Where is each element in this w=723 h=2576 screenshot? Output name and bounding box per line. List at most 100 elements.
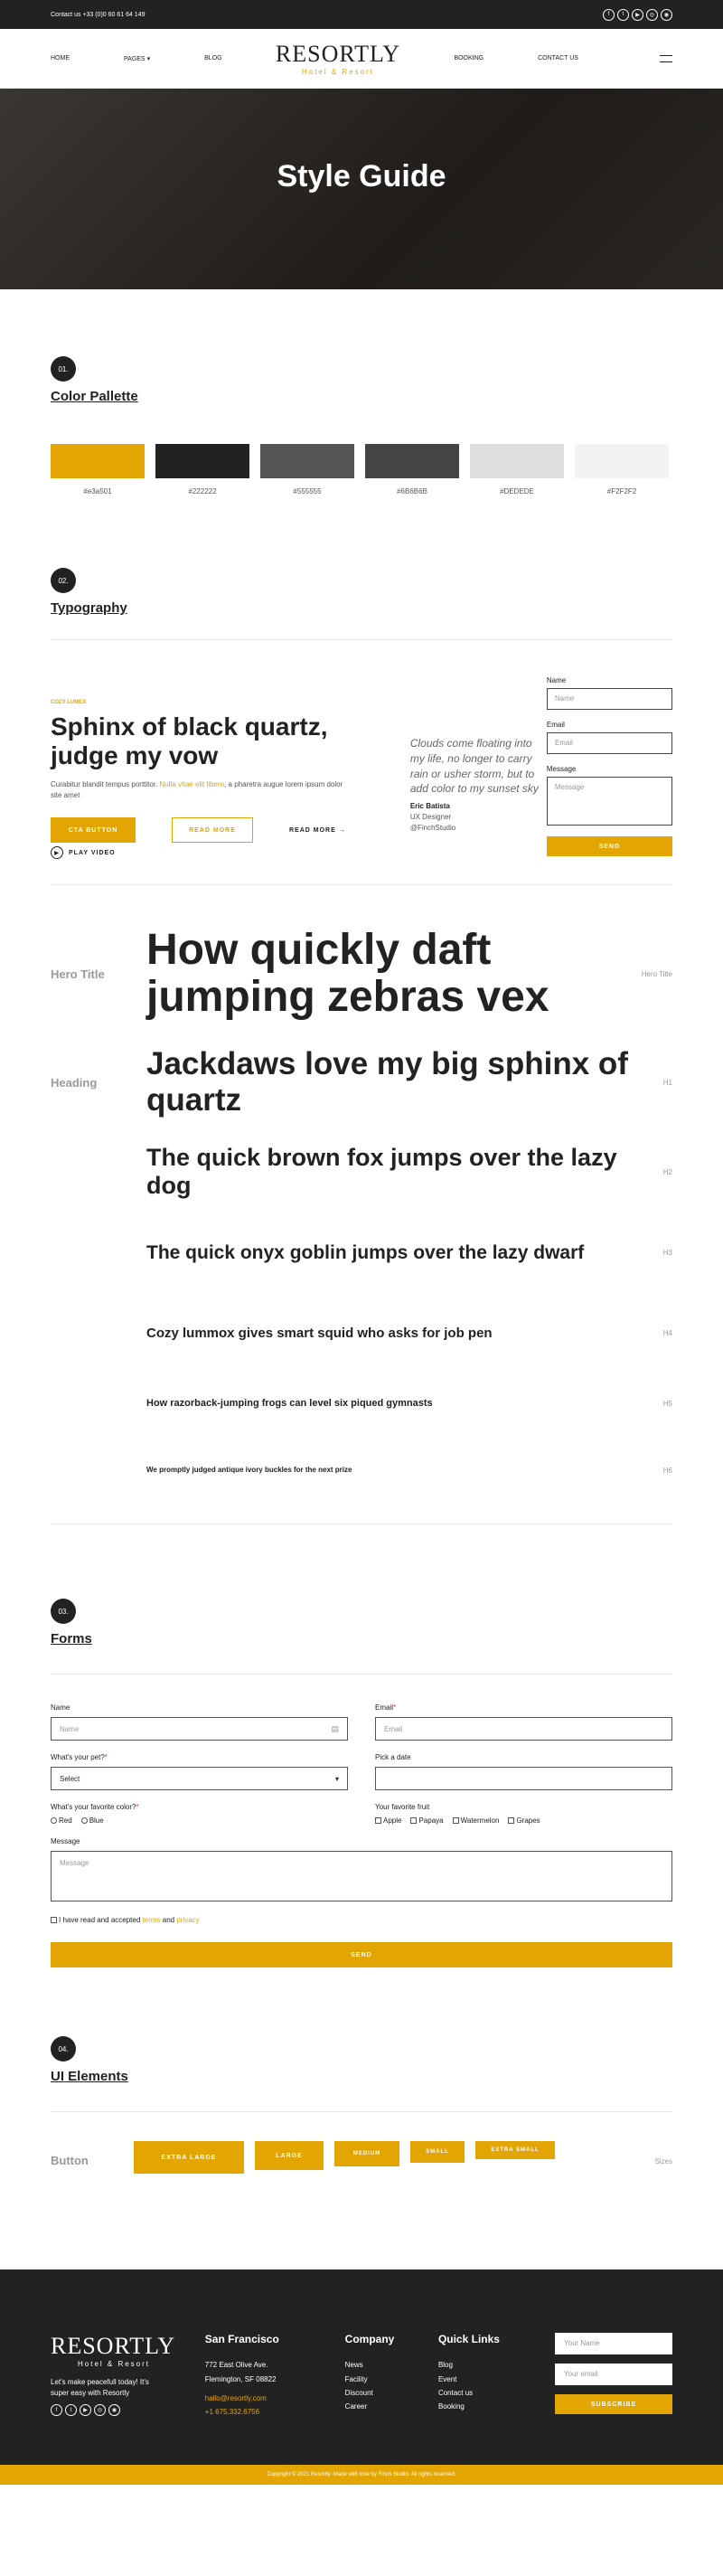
name-field[interactable]: Name xyxy=(546,688,672,710)
footer-link[interactable]: Facility xyxy=(345,2373,438,2386)
section-title: Forms xyxy=(51,1631,92,1647)
button-small[interactable]: SMALL xyxy=(410,2141,465,2164)
demo-paragraph: Curabitur blandit tempus porttitor. Null… xyxy=(51,780,343,800)
message-textarea[interactable]: Message xyxy=(51,1851,672,1902)
privacy-link[interactable]: privacy xyxy=(176,1916,199,1924)
type-row-h5: How razorback-jumping frogs can level si… xyxy=(146,1398,672,1410)
type-row-h3: The quick onyx goblin jumps over the laz… xyxy=(146,1241,672,1263)
footer-link[interactable]: News xyxy=(345,2358,438,2372)
newsletter-name-input[interactable]: Your Name xyxy=(555,2333,673,2355)
footer-link[interactable]: Event xyxy=(438,2373,555,2386)
name-input[interactable]: Name ▤ xyxy=(51,1717,348,1741)
arrow-right-icon: → xyxy=(338,826,346,834)
newsletter-email-input[interactable]: Your email xyxy=(555,2364,673,2386)
nav-pages[interactable]: PAGES ▾ xyxy=(124,55,150,62)
youtube-icon[interactable]: ▶ xyxy=(632,8,643,21)
contact-form: Name Name Email Email Message Message SE… xyxy=(546,676,672,859)
color-swatches: #e3a501 #222222 #555555 #6B6B6B #DEDEDE … xyxy=(51,444,672,495)
quote-text: Clouds come floating into my life, no lo… xyxy=(409,737,539,796)
message-field[interactable]: Message xyxy=(546,777,672,826)
chevron-down-icon: ▾ xyxy=(146,55,151,62)
email-field[interactable]: Email xyxy=(546,732,672,754)
accept-terms[interactable]: I have read and accepted terms and priva… xyxy=(51,1916,672,1924)
subscribe-button[interactable]: SUBSCRIBE xyxy=(555,2394,673,2415)
footer-link[interactable]: Discount xyxy=(345,2386,438,2400)
instagram-icon[interactable]: ◎ xyxy=(646,8,658,21)
dribbble-icon[interactable]: ◉ xyxy=(108,2404,120,2417)
youtube-icon[interactable]: ▶ xyxy=(80,2404,91,2417)
type-row-h1: Heading Jackdaws love my big sphinx of q… xyxy=(51,1046,672,1118)
footer-phone[interactable]: +1 675.332.6756 xyxy=(205,2405,345,2419)
section-number: 04. xyxy=(51,2036,76,2062)
contact-info: Contact us +33 (0)0 60 61 64 149 xyxy=(51,11,146,18)
read-more-outline-button[interactable]: READ MORE xyxy=(172,817,253,844)
form-send-button[interactable]: SEND xyxy=(51,1942,672,1968)
button-sizes-row: Button EXTRA LARGE LARGE MEDIUM SMALL EX… xyxy=(51,2141,672,2232)
button-extra-large[interactable]: EXTRA LARGE xyxy=(134,2141,244,2175)
swatch: #555555 xyxy=(260,444,354,495)
play-video-button[interactable]: ▶ PLAY VIDEO xyxy=(51,846,356,860)
quote-author: Eric Batista xyxy=(409,802,450,811)
checkbox-apple[interactable]: Apple xyxy=(375,1816,401,1825)
facebook-icon[interactable]: f xyxy=(51,2404,62,2417)
checkbox-watermelon[interactable]: Watermelon xyxy=(452,1816,499,1825)
read-more-link[interactable]: READ MORE → xyxy=(289,827,346,834)
typography-section: 02. Typography COZY LUMEX Sphinx of blac… xyxy=(0,495,723,1525)
nav-contact[interactable]: CONTACT US xyxy=(538,55,578,61)
swatch: #e3a501 xyxy=(51,444,145,495)
section-title: Typography xyxy=(51,600,127,616)
terms-link[interactable]: terms xyxy=(143,1916,161,1924)
type-row-hero: Hero Title How quickly daft jumping zebr… xyxy=(51,925,672,1022)
footer-email[interactable]: hallo@resortly.com xyxy=(205,2392,345,2405)
footer-link[interactable]: Blog xyxy=(438,2358,555,2372)
footer-link[interactable]: Contact us xyxy=(438,2386,555,2400)
section-number: 02. xyxy=(51,568,76,593)
forms-section: 03. Forms Name Name ▤ Email* Email What's… xyxy=(0,1524,723,1968)
swatch: #222222 xyxy=(155,444,249,495)
dribbble-icon[interactable]: ◉ xyxy=(661,8,672,21)
top-bar: Contact us +33 (0)0 60 61 64 149 f t ▶ ◎… xyxy=(0,0,723,29)
cta-button[interactable]: CTA BUTTON xyxy=(51,817,136,844)
nav-booking[interactable]: BOOKING xyxy=(454,55,484,61)
type-row-h6: We promptly judged antique ivory buckles… xyxy=(146,1465,672,1475)
twitter-icon[interactable]: t xyxy=(65,2404,77,2417)
page-title: Style Guide xyxy=(277,158,446,193)
section-number: 03. xyxy=(51,1599,76,1625)
radio-red[interactable]: Red xyxy=(51,1816,72,1825)
twitter-icon[interactable]: t xyxy=(617,8,629,21)
section-title: Color Pallette xyxy=(51,389,138,404)
menu-icon[interactable] xyxy=(659,54,672,62)
text-link[interactable]: Nulla vitae elit libero xyxy=(160,780,225,788)
demo-block: COZY LUMEX Sphinx of black quartz, judge… xyxy=(51,676,672,860)
send-button[interactable]: SEND xyxy=(546,836,672,856)
facebook-icon[interactable]: f xyxy=(603,8,615,21)
nav-blog[interactable]: BLOG xyxy=(204,55,221,62)
contact-card-icon: ▤ xyxy=(331,1723,339,1733)
ui-elements-section: 04. UI Elements Button EXTRA LARGE LARGE… xyxy=(0,1967,723,2232)
email-input[interactable]: Email xyxy=(375,1717,672,1741)
button-medium[interactable]: MEDIUM xyxy=(334,2141,399,2167)
button-large[interactable]: LARGE xyxy=(255,2141,324,2171)
copyright-bar: Copyright © 2021 Resortly. Made with lov… xyxy=(0,2465,723,2486)
pet-select[interactable]: Select ▾ xyxy=(51,1767,348,1791)
checkbox-papaya[interactable]: Papaya xyxy=(410,1816,444,1825)
footer-link[interactable]: Booking xyxy=(438,2400,555,2413)
section-title: UI Elements xyxy=(51,2069,128,2085)
main-nav: HOME PAGES ▾ BLOG RESORTLY Hotel & Resor… xyxy=(0,29,723,89)
hero-banner: Style Guide xyxy=(0,89,723,289)
date-input[interactable] xyxy=(375,1767,672,1791)
logo[interactable]: RESORTLY Hotel & Resort xyxy=(276,41,400,76)
play-icon: ▶ xyxy=(51,846,63,860)
instagram-icon[interactable]: ◎ xyxy=(94,2404,106,2417)
palette-section: 01. Color Pallette #e3a501 #222222 #5555… xyxy=(0,289,723,495)
radio-blue[interactable]: Blue xyxy=(80,1816,104,1825)
swatch: #DEDEDE xyxy=(470,444,564,495)
footer-logo[interactable]: RESORTLY Hotel & Resort xyxy=(51,2333,205,2368)
nav-home[interactable]: HOME xyxy=(51,55,70,62)
footer-link[interactable]: Career xyxy=(345,2400,438,2413)
chevron-down-icon: ▾ xyxy=(334,1774,339,1783)
type-row-h4: Cozy lummox gives smart squid who asks f… xyxy=(146,1325,672,1341)
checkbox-grapes[interactable]: Grapes xyxy=(508,1816,540,1825)
button-extra-small[interactable]: EXTRA SMALL xyxy=(475,2141,555,2160)
swatch: #F2F2F2 xyxy=(575,444,669,495)
